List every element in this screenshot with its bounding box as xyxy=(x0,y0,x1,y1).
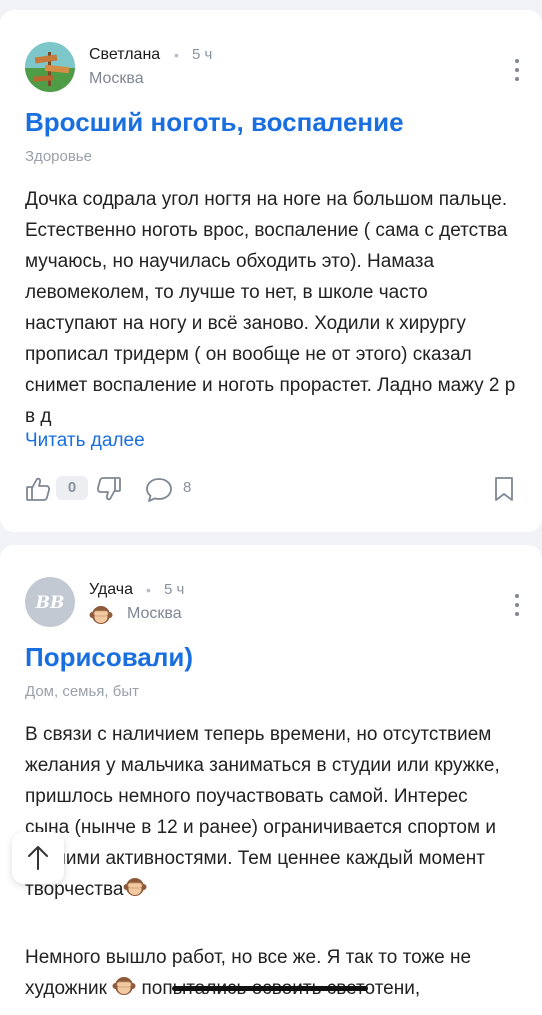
thumbs-down-icon[interactable] xyxy=(96,476,122,507)
post-body[interactable]: Дочка содрала угол ногтя на ноге на боль… xyxy=(25,184,517,432)
separator-dot: • xyxy=(174,47,179,63)
separator-dot: • xyxy=(146,582,151,598)
see-no-evil-monkey-icon xyxy=(89,603,113,628)
post-time: 5 ч xyxy=(192,46,213,63)
post-body[interactable]: В связи с наличием теперь времени, но от… xyxy=(25,719,517,905)
more-icon[interactable] xyxy=(514,594,520,618)
avatar[interactable] xyxy=(25,42,75,92)
arrow-up-icon xyxy=(28,846,48,870)
bookmark-icon[interactable] xyxy=(494,476,514,507)
author-name[interactable]: Удача xyxy=(89,581,133,599)
scroll-to-top-button[interactable] xyxy=(12,832,64,884)
post-title[interactable]: Вросший ноготь, воспаление xyxy=(25,107,404,138)
post-card[interactable]: BB Удача • 5 ч Москва Порисовали) Дом, с… xyxy=(0,545,542,1015)
post-body-continued[interactable]: Немного вышло работ, но все же. Я так то… xyxy=(25,942,517,1004)
read-more-link[interactable]: Читать далее xyxy=(25,430,145,452)
avatar-initials: BB xyxy=(35,593,65,613)
comment-icon[interactable] xyxy=(145,477,173,508)
home-indicator[interactable] xyxy=(172,986,368,991)
post-category[interactable]: Дом, семья, быт xyxy=(25,683,139,700)
likes-count: 0 xyxy=(56,476,88,500)
thumbs-up-icon[interactable] xyxy=(25,476,51,507)
post-title[interactable]: Порисовали) xyxy=(25,642,193,673)
post-body-text: В связи с наличием теперь времени, но от… xyxy=(25,724,500,900)
more-icon[interactable] xyxy=(514,59,520,83)
see-no-evil-monkey-icon xyxy=(123,878,147,896)
author-name[interactable]: Светлана xyxy=(89,46,160,64)
post-time: 5 ч xyxy=(164,581,185,598)
see-no-evil-monkey-icon xyxy=(112,977,136,995)
comments-count: 8 xyxy=(183,479,192,496)
author-city: Москва xyxy=(89,70,144,87)
post-category[interactable]: Здоровье xyxy=(25,148,92,165)
post-card[interactable]: Светлана • 5 ч Москва Вросший ноготь, во… xyxy=(0,10,542,532)
author-city: Москва xyxy=(127,605,182,622)
avatar[interactable]: BB xyxy=(25,577,75,627)
